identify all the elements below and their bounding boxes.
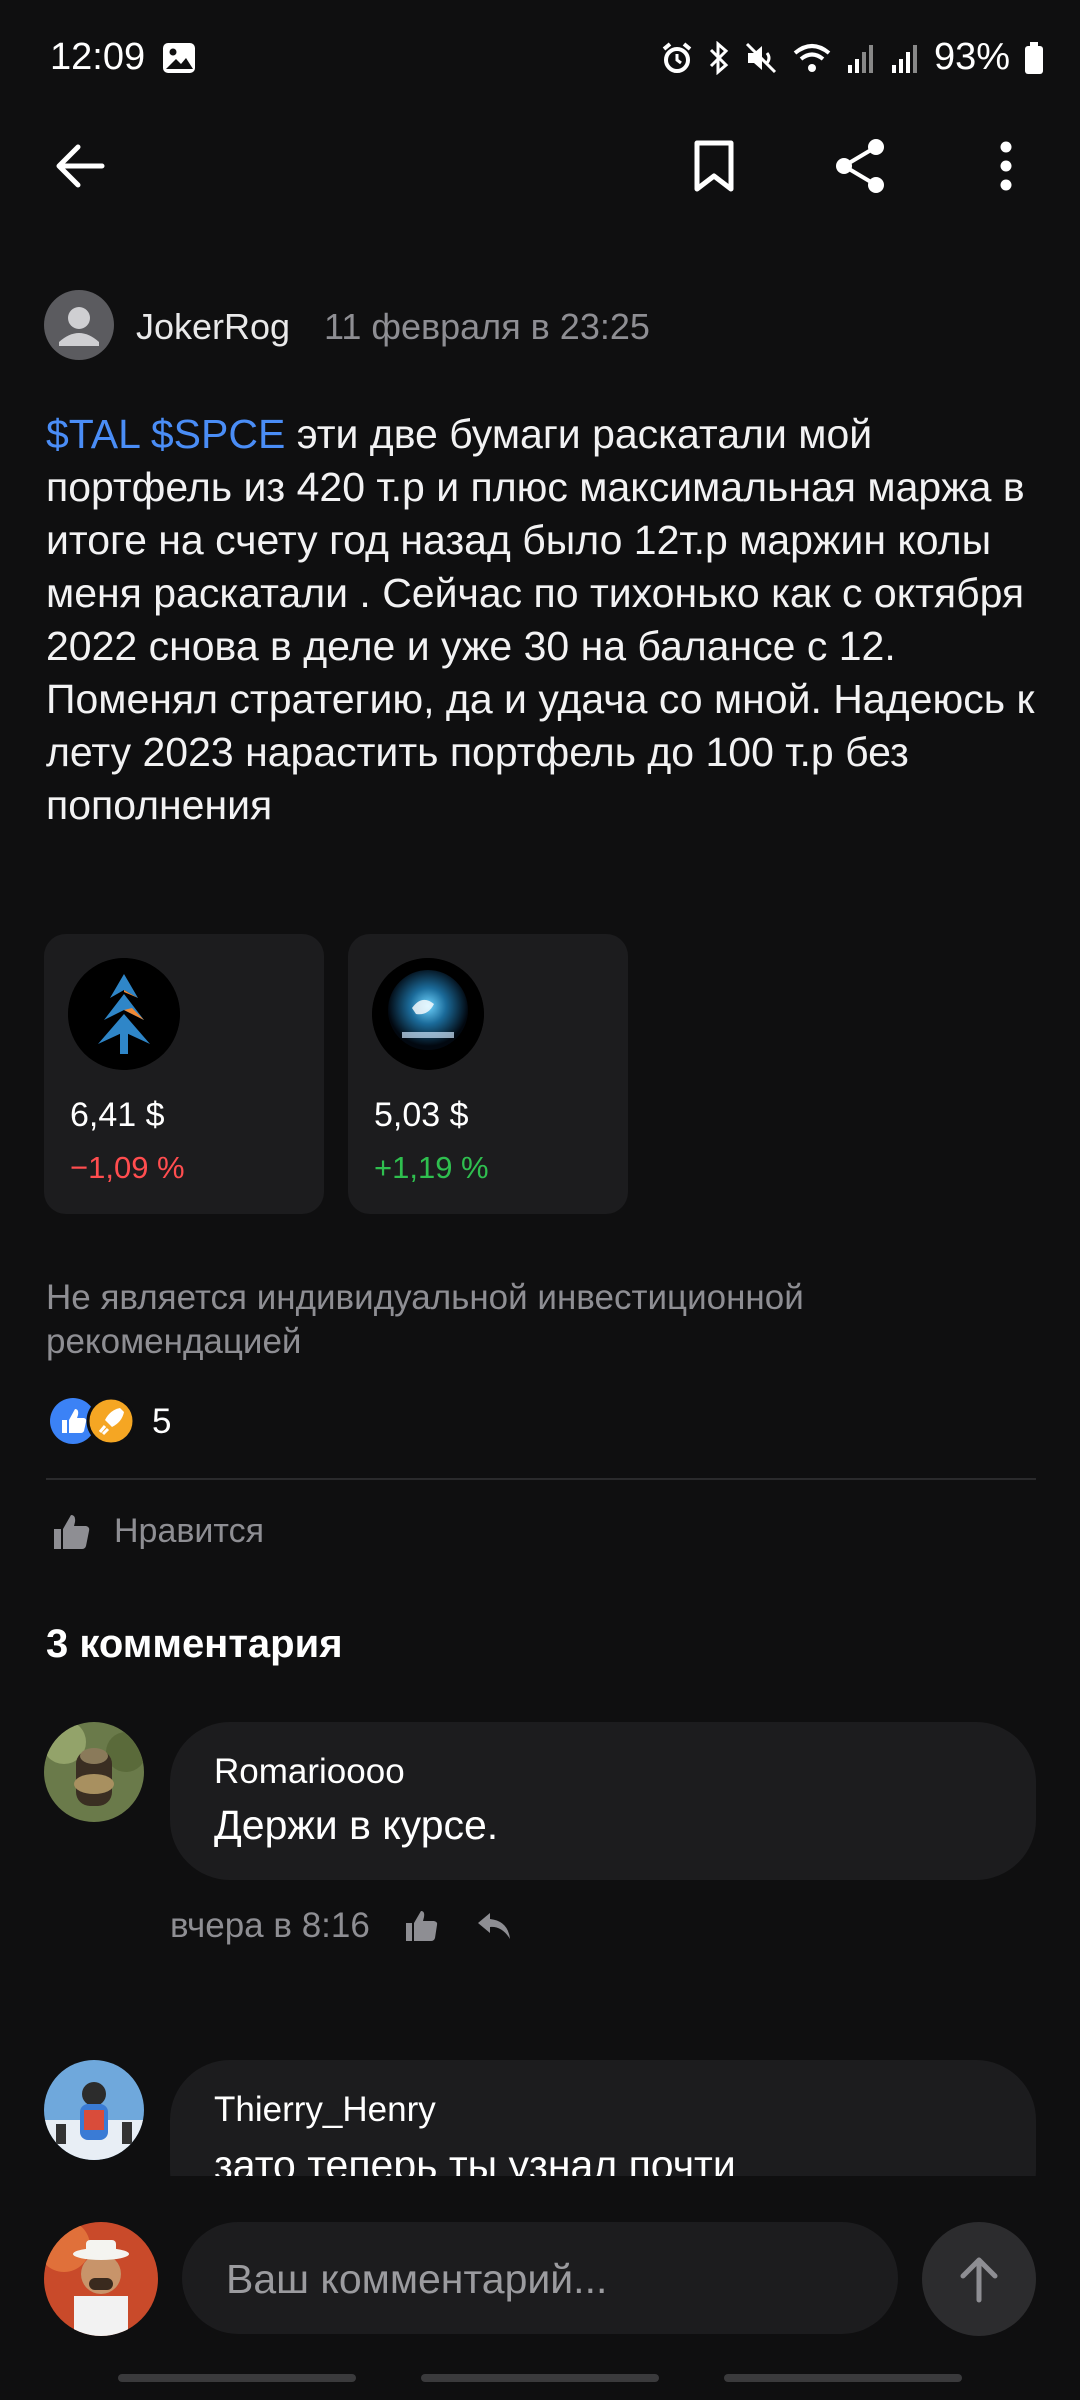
- comment-time: вчера в 8:16: [170, 1906, 370, 1945]
- instrument-card-tal[interactable]: 6,41 $ −1,09 %: [44, 934, 324, 1214]
- signal-icon-2: [890, 41, 920, 75]
- disclaimer-text: Не является индивидуальной инвестиционно…: [46, 1278, 804, 1361]
- tal-logo-icon: [68, 958, 180, 1070]
- divider: [46, 1478, 1036, 1480]
- comment-author[interactable]: Romarioooo: [214, 1752, 405, 1792]
- comment-input[interactable]: Ваш комментарий...: [182, 2222, 898, 2334]
- post-date: 11 февраля в 23:25: [324, 306, 650, 347]
- bluetooth-icon: [708, 40, 730, 75]
- comment-avatar[interactable]: [44, 2060, 144, 2160]
- mute-icon: [744, 41, 778, 75]
- author-name[interactable]: JokerRog: [136, 306, 290, 348]
- thumbs-up-icon: [54, 1514, 90, 1549]
- rocket-reaction-icon: [86, 1396, 136, 1446]
- reactions-summary[interactable]: [48, 1396, 136, 1446]
- nav-handle-right[interactable]: [724, 2374, 962, 2382]
- nav-handle-center[interactable]: [421, 2374, 659, 2382]
- wifi-icon: [792, 41, 832, 75]
- instrument-price: 5,03 $: [374, 1096, 469, 1134]
- comment-input-placeholder: Ваш комментарий...: [226, 2256, 608, 2302]
- instrument-card-spce[interactable]: 5,03 $ +1,19 %: [348, 934, 628, 1214]
- ticker-link-tal[interactable]: $TAL: [46, 411, 139, 457]
- more-vertical-icon: [1000, 141, 1012, 191]
- send-button[interactable]: [922, 2222, 1036, 2336]
- comments-heading: 3 комментария: [46, 1622, 343, 1666]
- instrument-change: +1,19 %: [374, 1150, 489, 1185]
- virgin-galactic-logo-icon: [372, 958, 484, 1070]
- author-avatar[interactable]: [44, 290, 114, 360]
- like-button[interactable]: Нравится: [52, 1512, 264, 1551]
- instrument-price: 6,41 $: [70, 1096, 165, 1134]
- person-icon: [59, 307, 99, 346]
- battery-icon: [1024, 41, 1044, 75]
- post-text: эти две бумаги раскатали мой портфель из…: [46, 411, 1035, 828]
- share-button[interactable]: [824, 130, 896, 202]
- alarm-icon: [660, 41, 694, 75]
- status-icons: 93%: [660, 36, 1044, 79]
- comment-author[interactable]: Thierry_Henry: [214, 2090, 436, 2130]
- post-body: $TAL $SPCE эти две бумаги раскатали мой …: [46, 408, 1036, 832]
- comment-meta: вчера в 8:16: [170, 1906, 514, 1946]
- battery-percent: 93%: [933, 36, 1010, 78]
- bookmark-button[interactable]: [678, 130, 750, 202]
- reply-icon[interactable]: [474, 1909, 514, 1943]
- nav-handle-left[interactable]: [118, 2374, 356, 2382]
- status-time: 12:09: [50, 36, 146, 78]
- arrow-up-icon: [960, 2257, 998, 2303]
- signal-icon-1: [846, 41, 876, 75]
- gallery-notification-icon: [162, 42, 196, 79]
- arrow-left-icon: [56, 144, 105, 188]
- comment-bubble: Romarioooo Держи в курсе.: [170, 1722, 1036, 1880]
- ticker-link-spce[interactable]: $SPCE: [151, 411, 285, 457]
- instrument-change: −1,09 %: [70, 1150, 185, 1185]
- bookmark-icon: [694, 140, 734, 192]
- share-icon: [836, 139, 884, 193]
- comment-avatar[interactable]: [44, 1722, 144, 1822]
- current-user-avatar: [44, 2222, 158, 2336]
- like-label: Нравится: [114, 1512, 265, 1550]
- comment-like-icon[interactable]: [404, 1909, 440, 1943]
- reactions-count: 5: [152, 1402, 172, 1441]
- more-options-button[interactable]: [970, 130, 1042, 202]
- back-button[interactable]: [44, 130, 116, 202]
- comment-text: Держи в курсе.: [214, 1802, 499, 1848]
